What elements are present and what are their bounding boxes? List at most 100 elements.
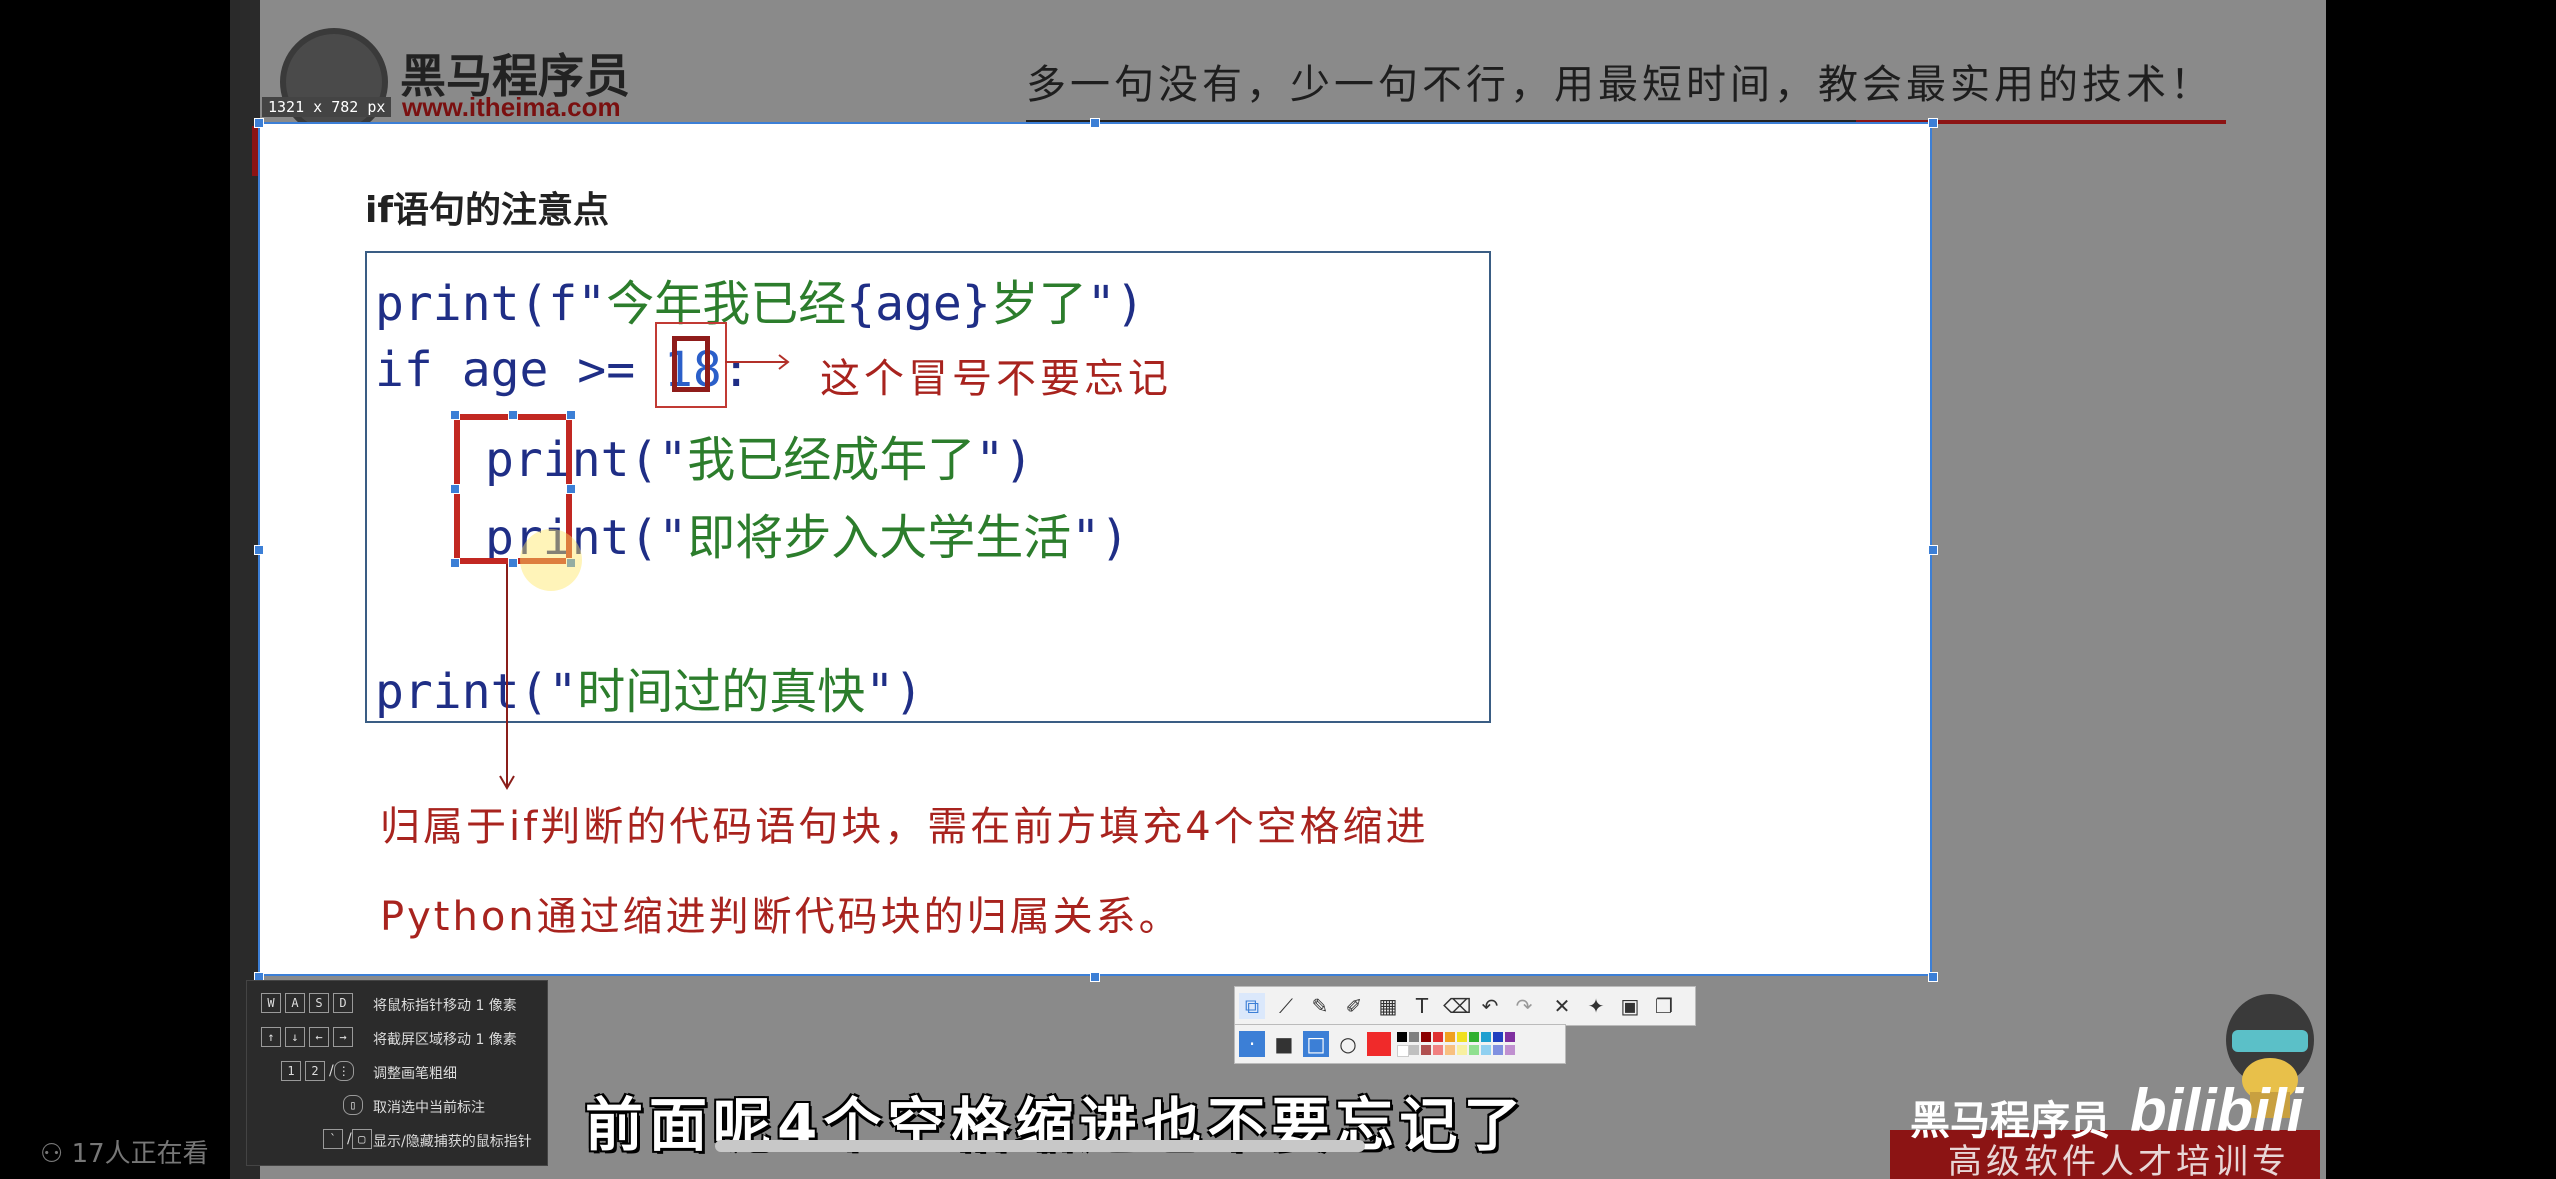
color-swatch[interactable] xyxy=(1445,1045,1455,1055)
help-row: 1 2/⋮ xyxy=(281,1061,358,1081)
watch-count-text: 17人正在看 xyxy=(71,1139,209,1169)
slide-slogan: 多一句没有，少一句不行，用最短时间，教会最实用的技术！ xyxy=(1026,62,2214,108)
code-suffix: ") xyxy=(1071,510,1130,566)
color-swatch[interactable] xyxy=(1505,1045,1515,1055)
color-swatch[interactable] xyxy=(1421,1032,1431,1042)
code-string: 岁了 xyxy=(990,276,1087,332)
capture-handle[interactable] xyxy=(1090,118,1100,128)
key-cap: ↓ xyxy=(285,1027,305,1047)
capture-handle[interactable] xyxy=(1090,972,1100,982)
capture-handle[interactable] xyxy=(1928,972,1938,982)
resize-handle[interactable] xyxy=(450,484,460,494)
copy-icon[interactable]: ❐ xyxy=(1651,993,1677,1019)
shortcut-help-panel: WASD 将鼠标指针移动 1 像素 ↑ ↓ ← → 将截屏区域移动 1 像素 1 2/⋮… xyxy=(246,980,548,1166)
resize-handle[interactable] xyxy=(450,558,460,568)
code-suffix: ") xyxy=(1086,276,1145,332)
resize-handle[interactable] xyxy=(566,410,576,420)
color-swatch[interactable] xyxy=(1409,1045,1419,1055)
code-string: 即将步入大学生活 xyxy=(687,510,1072,566)
key-cap: W xyxy=(261,993,281,1013)
video-frame: 黑马程序员 www.itheima.com 多一句没有，少一句不行，用最短时间，… xyxy=(230,0,2326,1179)
code-string: 我已经成年了 xyxy=(687,432,976,488)
watch-count: ⚇ 17人正在看 xyxy=(40,1133,209,1170)
key-cap: 1 xyxy=(281,1061,301,1081)
color-swatch[interactable] xyxy=(1445,1032,1455,1042)
pen-icon[interactable]: ✎ xyxy=(1307,993,1333,1019)
redo-icon[interactable]: ↷ xyxy=(1511,993,1537,1019)
code-brace-open: { xyxy=(846,276,876,332)
color-swatch[interactable] xyxy=(1397,1032,1407,1042)
ellipse-icon[interactable]: ○ xyxy=(1335,1031,1361,1057)
pin-icon[interactable]: ✦ xyxy=(1583,993,1609,1019)
color-swatch[interactable] xyxy=(1397,1045,1409,1057)
color-swatch[interactable] xyxy=(1469,1045,1479,1055)
help-label: 取消选中当前标注 xyxy=(373,1100,485,1116)
code-prefix: print(f" xyxy=(375,276,607,332)
marker-icon[interactable]: ✐ xyxy=(1341,993,1367,1019)
bilibili-logo: bilibili xyxy=(2130,1077,2304,1144)
color-swatch[interactable] xyxy=(1421,1045,1431,1055)
code-suffix: ") xyxy=(975,432,1034,488)
code-brace-close: } xyxy=(961,276,991,332)
capture-handle[interactable] xyxy=(254,118,264,128)
code-line-5: print("时间过的真快") xyxy=(375,652,923,722)
mouse-wheel-icon: ⋮ xyxy=(333,1061,354,1081)
colon-arrow-icon xyxy=(725,354,790,370)
color-swatch[interactable] xyxy=(1409,1032,1419,1042)
color-swatch[interactable] xyxy=(1469,1032,1479,1042)
help-label: 将截屏区域移动 1 像素 xyxy=(373,1032,517,1048)
help-row: ▯ xyxy=(343,1095,367,1115)
slide-title: if语句的注意点 xyxy=(365,190,610,231)
line-icon[interactable]: ⟋ xyxy=(1273,993,1299,1019)
key-cap: ↑ xyxy=(261,1027,281,1047)
outline-rect-icon[interactable]: □ xyxy=(1303,1031,1329,1057)
stroke-size-icon[interactable]: · xyxy=(1239,1031,1265,1057)
code-prefix: print(" xyxy=(375,664,578,720)
resize-handle[interactable] xyxy=(566,484,576,494)
eraser-icon[interactable]: ⌫ xyxy=(1443,993,1471,1019)
fill-rect-icon[interactable]: ■ xyxy=(1271,1031,1297,1057)
colon-annotation: 这个冒号不要忘记 xyxy=(820,356,1172,402)
help-row: ` / ▢ xyxy=(323,1129,376,1149)
help-label: 显示/隐藏捕获的鼠标指针 xyxy=(373,1134,532,1150)
color-swatch[interactable] xyxy=(1481,1032,1491,1042)
block-annotation-2: Python通过缩进判断代码块的归属关系。 xyxy=(380,894,1182,940)
save-icon[interactable]: ▣ xyxy=(1617,993,1643,1019)
color-swatch[interactable] xyxy=(1433,1032,1443,1042)
close-icon[interactable]: ✕ xyxy=(1549,993,1575,1019)
annotation-subbar: · ■ □ ○ xyxy=(1234,1024,1566,1064)
capture-region[interactable]: if语句的注意点 print(f"今年我已经{age}岁了") if age >… xyxy=(258,122,1932,976)
viewers-icon: ⚇ xyxy=(40,1139,72,1169)
help-row: WASD xyxy=(261,993,357,1013)
color-swatch[interactable] xyxy=(1457,1032,1467,1042)
help-label: 将鼠标指针移动 1 像素 xyxy=(373,998,517,1014)
color-swatch[interactable] xyxy=(1493,1045,1503,1055)
color-swatch[interactable] xyxy=(1481,1045,1491,1055)
key-cap: D xyxy=(333,993,353,1013)
undo-icon[interactable]: ↶ xyxy=(1477,993,1503,1019)
capture-handle[interactable] xyxy=(1928,118,1938,128)
select-icon[interactable]: ⧉ xyxy=(1239,993,1265,1019)
code-expression: age >= xyxy=(432,342,664,398)
color-swatch[interactable] xyxy=(1457,1045,1467,1055)
resize-handle[interactable] xyxy=(450,410,460,420)
resize-handle[interactable] xyxy=(508,410,518,420)
key-cap: ← xyxy=(309,1027,329,1047)
key-cap: A xyxy=(285,993,305,1013)
text-icon[interactable]: T xyxy=(1409,993,1435,1019)
code-keyword: if xyxy=(375,342,433,398)
color-swatch[interactable] xyxy=(1433,1045,1443,1055)
code-string: 时间过的真快 xyxy=(577,664,866,720)
color-swatch[interactable] xyxy=(1493,1032,1503,1042)
key-cap: S xyxy=(309,993,329,1013)
colon-highlight-inner xyxy=(672,336,710,392)
mosaic-icon[interactable]: ▦ xyxy=(1375,993,1401,1019)
capture-handle[interactable] xyxy=(1928,545,1938,555)
code-variable: age xyxy=(875,276,962,332)
current-color-swatch[interactable] xyxy=(1367,1032,1391,1056)
capture-handle[interactable] xyxy=(254,545,264,555)
color-swatch[interactable] xyxy=(1505,1032,1515,1042)
progress-scrollbar[interactable] xyxy=(715,1140,1365,1152)
logo-url: www.itheima.com xyxy=(402,92,621,122)
capture-size-label: 1321 x 782 px xyxy=(262,97,392,117)
